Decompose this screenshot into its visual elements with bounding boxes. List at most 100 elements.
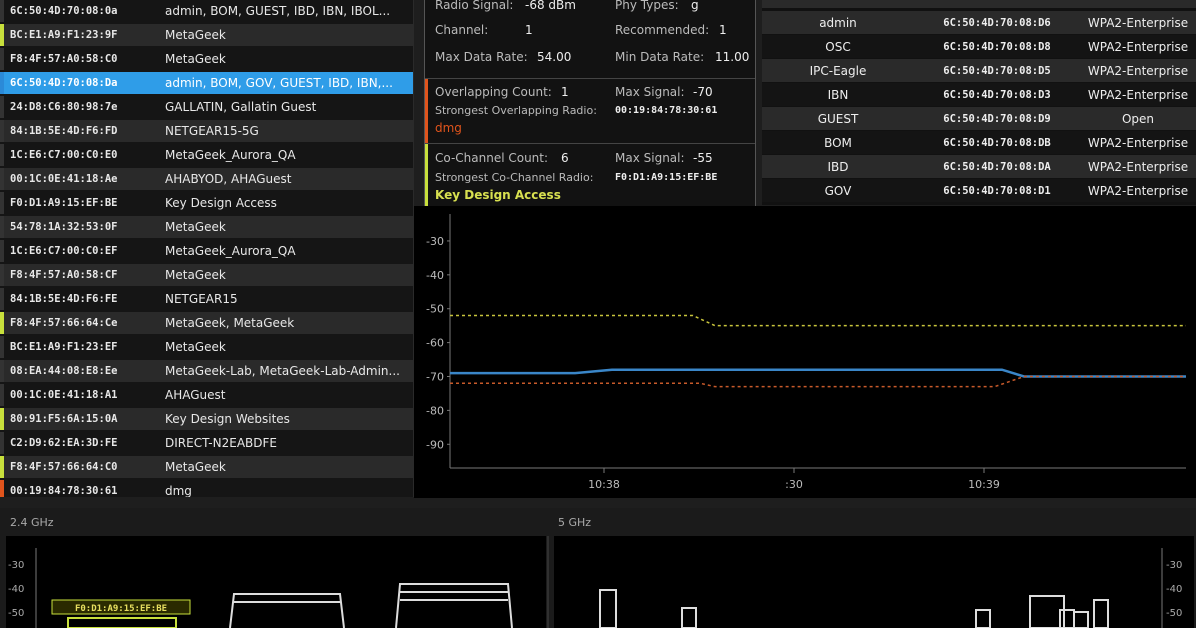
ap-mac-address: F8:4F:57:66:64:Ce <box>10 317 118 329</box>
spectrum-y-label: -50 <box>1166 608 1182 619</box>
network-row[interactable]: IBN 6C:50:4D:70:08:D3 WPA2-Enterprise <box>762 83 1196 106</box>
cochannel-max-signal-value: -55 <box>693 151 713 165</box>
ap-list-row[interactable]: 84:1B:5E:4D:F6:FE NETGEAR15 <box>0 288 413 310</box>
network-bssid: 6C:50:4D:70:08:DA <box>943 160 1051 173</box>
ap-ssid-list: MetaGeek <box>165 220 226 234</box>
co-channel-count-label: Co-Channel Count: <box>435 151 549 165</box>
ap-list-row[interactable]: 84:1B:5E:4D:F6:FD NETGEAR15-5G <box>0 120 413 142</box>
ap-list-row[interactable]: 6C:50:4D:70:08:0a admin, BOM, GUEST, IBD,… <box>0 0 413 22</box>
ap-list-row[interactable]: F8:4F:57:A0:58:C0 MetaGeek <box>0 48 413 70</box>
overlap-color-bar <box>425 79 428 143</box>
ap-mac-address: 84:1B:5E:4D:F6:FD <box>10 125 118 137</box>
signal-color-stripe <box>0 384 4 406</box>
access-point-list: 6C:50:4D:70:08:0a admin, BOM, GUEST, IBD,… <box>0 0 414 497</box>
ap-list-row[interactable]: 00:1C:0E:41:18:A1 AHAGuest <box>0 384 413 406</box>
ap-list-row[interactable]: BC:E1:A9:F1:23:EF MetaGeek <box>0 336 413 358</box>
ap-ssid-list: MetaGeek <box>165 340 226 354</box>
network-row[interactable]: IBD 6C:50:4D:70:08:DA WPA2-Enterprise <box>762 155 1196 178</box>
network-ssid: admin <box>819 15 857 30</box>
network-bssid: 6C:50:4D:70:08:DB <box>943 136 1051 149</box>
ap-mac-address: 00:1C:0E:41:18:A1 <box>10 389 118 401</box>
signal-color-stripe <box>0 312 4 334</box>
signal-color-stripe <box>0 336 4 358</box>
overlap-max-signal-value: -70 <box>693 85 713 99</box>
y-tick-label: -90 <box>426 438 444 451</box>
signal-color-stripe <box>0 168 4 190</box>
network-row[interactable]: OSC 6C:50:4D:70:08:D8 WPA2-Enterprise <box>762 35 1196 58</box>
network-ssid: GUEST <box>817 111 859 126</box>
overlapping-section: Overlapping Count: 1 Max Signal: -70 Str… <box>425 79 755 143</box>
ap-mac-address: 54:78:1A:32:53:0F <box>10 221 118 233</box>
ap-ssid-list: MetaGeek_Aurora_QA <box>165 244 296 258</box>
strongest-overlapping-label: Strongest Overlapping Radio: <box>435 104 597 117</box>
ap-list-row[interactable]: 00:1C:0E:41:18:Ae AHABYOD, AHAGuest <box>0 168 413 190</box>
network-bssid: 6C:50:4D:70:08:D5 <box>943 64 1051 77</box>
ap-ssid-list: MetaGeek-Lab, MetaGeek-Lab-Admin... <box>165 364 400 378</box>
network-ssid: IPC-Eagle <box>809 63 867 78</box>
ap-list-row[interactable]: 24:D8:C6:80:98:7e GALLATIN, Gallatin Gues… <box>0 96 413 118</box>
ap-mac-address: 00:1C:0E:41:18:Ae <box>10 173 118 185</box>
overlapping-count-label: Overlapping Count: <box>435 85 552 99</box>
ap-list-row[interactable]: 6C:50:4D:70:08:Da admin, BOM, GOV, GUEST,… <box>0 72 413 94</box>
y-tick-label: -30 <box>426 235 444 248</box>
y-tick-label: -70 <box>426 371 444 384</box>
spectrum-y-label: -30 <box>1166 560 1182 571</box>
network-row[interactable]: admin 6C:50:4D:70:08:D6 WPA2-Enterprise <box>762 11 1196 34</box>
network-row[interactable]: GOV 6C:50:4D:70:08:D1 WPA2-Enterprise <box>762 179 1196 202</box>
y-tick-label: -60 <box>426 337 444 350</box>
ap-ssid-list: MetaGeek <box>165 52 226 66</box>
band-5-plot <box>554 536 1194 628</box>
x-tick-label: 10:38 <box>588 478 620 491</box>
network-security: WPA2-Enterprise <box>1087 39 1189 54</box>
ap-mac-address: F8:4F:57:A0:58:C0 <box>10 53 118 65</box>
signal-color-stripe <box>0 480 4 497</box>
ap-mac-address: 1C:E6:C7:00:C0:E0 <box>10 149 118 161</box>
ap-list-row[interactable]: 08:EA:44:08:E8:Ee MetaGeek-Lab, MetaGeek-… <box>0 360 413 382</box>
network-security: Open <box>1121 111 1155 126</box>
ap-list-row[interactable]: F0:D1:A9:15:EF:BE Key Design Access <box>0 192 413 214</box>
network-security: WPA2-Enterprise <box>1087 135 1189 150</box>
ap-mac-address: 6C:50:4D:70:08:Da <box>10 77 118 89</box>
network-table: admin 6C:50:4D:70:08:D6 WPA2-Enterprise OSC… <box>762 0 1196 205</box>
channel-value: 1 <box>525 23 533 37</box>
ap-list-row[interactable]: 1C:E6:C7:00:C0:E0 MetaGeek_Aurora_QA <box>0 144 413 166</box>
signal-series-line <box>450 375 1186 388</box>
ap-list-row[interactable]: F8:4F:57:A0:58:CF MetaGeek <box>0 264 413 286</box>
spectrum-svg: -30 -30 -40 -40 -50 -50 F0:D1:A9:15:EF:BE <box>6 536 1194 628</box>
recommended-value: 1 <box>719 23 727 37</box>
ap-list-row[interactable]: BC:E1:A9:F1:23:9F MetaGeek <box>0 24 413 46</box>
max-data-rate-label: Max Data Rate: <box>435 50 528 64</box>
strongest-co-channel-mac: F0:D1:A9:15:EF:BE <box>615 172 718 183</box>
ap-list-row[interactable]: F8:4F:57:66:64:C0 MetaGeek <box>0 456 413 478</box>
ap-ssid-list: DIRECT-N2EABDFE <box>165 436 277 450</box>
radio-details-tooltip: Radio Signal: -68 dBm Phy Types: g Chann… <box>424 0 756 211</box>
spectrum-y-label: -30 <box>8 560 24 571</box>
network-bssid: 6C:50:4D:70:08:D6 <box>943 16 1051 29</box>
network-bssid: 6C:50:4D:70:08:D3 <box>943 88 1051 101</box>
ap-ssid-list: admin, BOM, GUEST, IBD, IBN, IBOL... <box>165 4 391 18</box>
strongest-co-channel-label: Strongest Co-Channel Radio: <box>435 171 594 184</box>
network-bssid: 6C:50:4D:70:08:D8 <box>943 40 1051 53</box>
network-row[interactable]: IPC-Eagle 6C:50:4D:70:08:D5 WPA2-Enterpris… <box>762 59 1196 82</box>
network-row[interactable]: BOM 6C:50:4D:70:08:DB WPA2-Enterprise <box>762 131 1196 154</box>
signal-series-line <box>450 368 1186 378</box>
signal-color-stripe <box>0 288 4 310</box>
ap-list-row[interactable]: C2:D9:62:EA:3D:FE DIRECT-N2EABDFE <box>0 432 413 454</box>
overlapping-count-value: 1 <box>561 85 569 99</box>
ap-list-row[interactable]: F8:4F:57:66:64:Ce MetaGeek, MetaGeek <box>0 312 413 334</box>
signal-color-stripe <box>0 264 4 286</box>
ap-list-row[interactable]: 1C:E6:C7:00:C0:EF MetaGeek_Aurora_QA <box>0 240 413 262</box>
network-bssid: 6C:50:4D:70:08:D1 <box>943 184 1051 197</box>
ap-list-row[interactable]: 80:91:F5:6A:15:0A Key Design Websites <box>0 408 413 430</box>
ap-list-row[interactable]: 54:78:1A:32:53:0F MetaGeek <box>0 216 413 238</box>
ap-list-row[interactable]: 00:19:84:78:30:61 dmg <box>0 480 413 497</box>
ap-mac-address: F8:4F:57:66:64:C0 <box>10 461 118 473</box>
ap-mac-address: 1C:E6:C7:00:C0:EF <box>10 245 118 257</box>
signal-color-stripe <box>0 432 4 454</box>
ap-mac-address: 84:1B:5E:4D:F6:FE <box>10 293 118 305</box>
network-security: WPA2-Enterprise <box>1087 15 1189 30</box>
network-row[interactable]: GUEST 6C:50:4D:70:08:D9 Open <box>762 107 1196 130</box>
ap-mac-address: 08:EA:44:08:E8:Ee <box>10 365 118 377</box>
ap-ssid-list: NETGEAR15 <box>165 292 238 306</box>
ap-mac-address: 6C:50:4D:70:08:0a <box>10 5 118 17</box>
